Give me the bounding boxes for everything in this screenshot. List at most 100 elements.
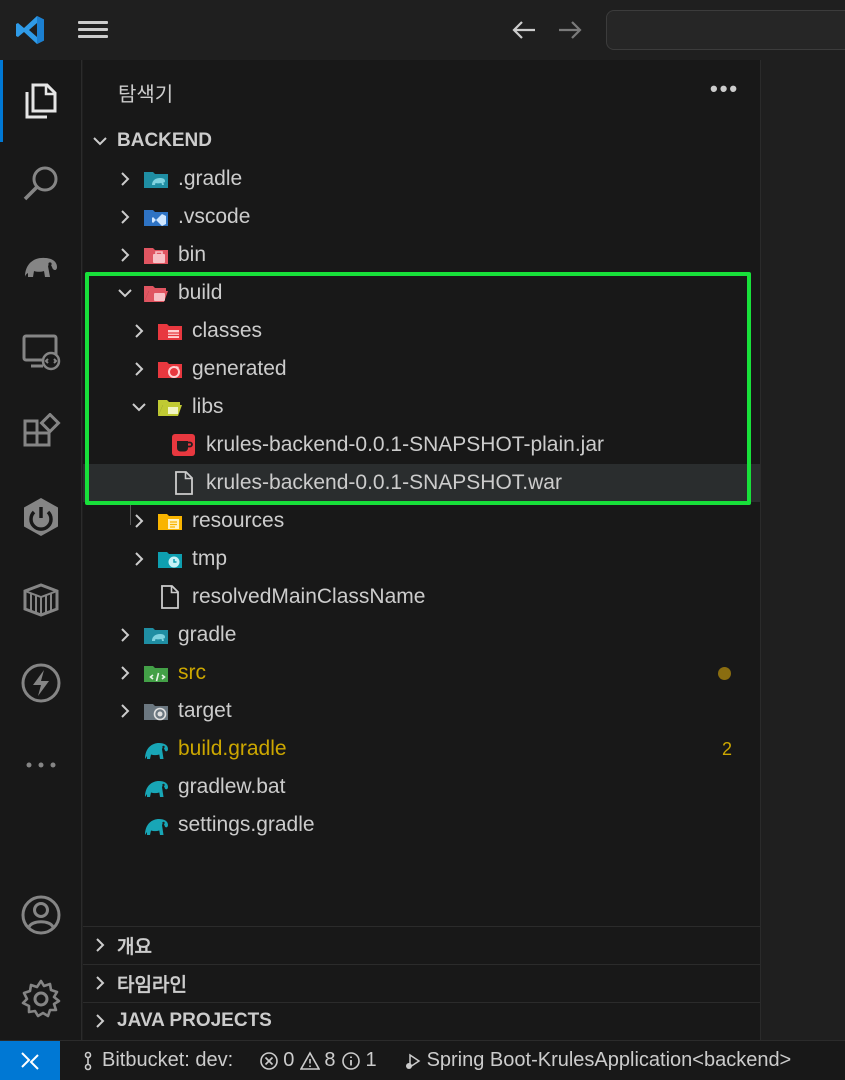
tree-item-label: krules-backend-0.0.1-SNAPSHOT.war bbox=[206, 471, 562, 494]
java-jar-icon bbox=[172, 434, 195, 456]
folder-target-icon bbox=[144, 704, 168, 721]
tree-item-label: gradle bbox=[178, 623, 237, 646]
chevron-right-icon bbox=[96, 976, 105, 990]
tree-item-resolved-main-class[interactable]: resolvedMainClassName bbox=[83, 578, 760, 616]
title-bar bbox=[0, 0, 845, 60]
gradle-file-icon bbox=[145, 819, 168, 835]
settings-gear-icon[interactable] bbox=[0, 958, 82, 1040]
activity-bar bbox=[0, 60, 82, 1040]
arrow-right-icon[interactable] bbox=[555, 16, 585, 44]
warning-count: 8 bbox=[324, 1049, 336, 1071]
tree-item-libs-dir[interactable]: libs bbox=[83, 388, 760, 426]
spring-boot-icon[interactable] bbox=[0, 476, 82, 558]
remote-indicator-button[interactable] bbox=[0, 1040, 60, 1080]
debug-run-icon bbox=[405, 1053, 420, 1069]
tree-item-label: libs bbox=[192, 395, 224, 418]
tree-item-label: tmp bbox=[192, 547, 228, 570]
tree-item-tmp-dir[interactable]: tmp bbox=[83, 540, 760, 578]
folder-build-open-icon bbox=[144, 286, 168, 302]
error-count: 0 bbox=[283, 1049, 295, 1071]
tree-item-build-dir[interactable]: build bbox=[83, 274, 760, 312]
tree-item-gradlew-bat[interactable]: gradlew.bat bbox=[83, 768, 760, 806]
error-icon bbox=[260, 1051, 278, 1070]
hamburger-icon[interactable] bbox=[78, 18, 110, 42]
chevron-right-icon bbox=[121, 628, 130, 642]
chevron-down-icon bbox=[118, 289, 132, 298]
problem-count-badge: 2 bbox=[721, 738, 732, 759]
timeline-section-label: 타임라인 bbox=[117, 974, 187, 996]
tree-item-label: gradlew.bat bbox=[178, 775, 286, 798]
source-control-branch[interactable]: Bitbucket: dev: bbox=[78, 1049, 233, 1072]
folder-tmp-icon bbox=[158, 552, 182, 568]
search-icon[interactable] bbox=[0, 142, 82, 224]
file-icon bbox=[161, 585, 179, 609]
tree-item-label: target bbox=[178, 699, 232, 722]
lightning-icon[interactable] bbox=[0, 642, 82, 724]
spring-boot-run-status[interactable]: Spring Boot-KrulesApplication<backend> bbox=[403, 1049, 792, 1072]
tree-item-target-dir[interactable]: target bbox=[83, 692, 760, 730]
info-icon bbox=[342, 1051, 361, 1070]
vscode-logo bbox=[16, 16, 44, 44]
tree-item-label: .gradle bbox=[178, 167, 243, 190]
tree-item-bin-dir[interactable]: bin bbox=[83, 236, 760, 274]
folder-src-icon bbox=[144, 666, 168, 682]
chevron-right-icon bbox=[96, 938, 105, 952]
chevron-right-icon bbox=[121, 704, 130, 718]
java-projects-section-label: JAVA PROJECTS bbox=[117, 1010, 272, 1031]
tree-item-vscode-dir[interactable]: .vscode bbox=[83, 198, 760, 236]
folder-generated-icon bbox=[158, 362, 182, 378]
tree-item-label: settings.gradle bbox=[178, 813, 315, 836]
outline-section-header[interactable]: 개요 bbox=[83, 926, 760, 964]
java-projects-section-header[interactable]: JAVA PROJECTS bbox=[83, 1002, 760, 1040]
spring-run-label: Spring Boot-KrulesApplication<backend> bbox=[426, 1049, 792, 1071]
chevron-down-icon bbox=[132, 403, 146, 412]
arrow-left-icon[interactable] bbox=[509, 16, 539, 44]
tree-item-gradle-folder[interactable]: gradle bbox=[83, 616, 760, 654]
gradle-elephant-icon[interactable] bbox=[0, 226, 82, 308]
tree-item-src-dir[interactable]: src bbox=[83, 654, 760, 692]
tree-item-settings-gradle[interactable]: settings.gradle bbox=[83, 806, 760, 844]
extensions-icon[interactable] bbox=[0, 394, 82, 476]
tree-item-label: classes bbox=[192, 319, 263, 342]
chevron-right-icon bbox=[121, 210, 130, 224]
timeline-section-header[interactable]: 타임라인 bbox=[83, 964, 760, 1002]
command-center-search[interactable] bbox=[606, 10, 845, 50]
problems-summary[interactable]: 0 8 1 bbox=[259, 1049, 377, 1072]
chevron-down-icon bbox=[93, 137, 107, 146]
remote-icon bbox=[21, 1051, 39, 1070]
more-actions-button[interactable]: ••• bbox=[710, 76, 739, 102]
chevron-right-icon bbox=[135, 514, 144, 528]
warning-icon bbox=[300, 1050, 321, 1070]
tree-item-label: .vscode bbox=[178, 205, 251, 228]
explorer-icon[interactable] bbox=[0, 60, 82, 142]
tree-item-label: build.gradle bbox=[178, 737, 287, 760]
chevron-right-icon bbox=[121, 172, 130, 186]
tree-item-war[interactable]: krules-backend-0.0.1-SNAPSHOT.war bbox=[83, 464, 760, 502]
info-count: 1 bbox=[365, 1049, 377, 1071]
git-branch-icon bbox=[84, 1051, 92, 1070]
tree-item-plain-jar[interactable]: krules-backend-0.0.1-SNAPSHOT-plain.jar bbox=[83, 426, 760, 464]
tree-item-label: resources bbox=[192, 509, 285, 532]
explorer-sidebar: 탐색기 ••• BACKEND .gradle .vscode bin buil… bbox=[83, 60, 761, 1040]
more-icon[interactable] bbox=[0, 724, 82, 806]
chevron-right-icon bbox=[121, 248, 130, 262]
root-folder-header[interactable]: BACKEND bbox=[83, 122, 760, 160]
folder-bin-icon bbox=[144, 248, 168, 264]
tree-item-resources-dir[interactable]: resources bbox=[83, 502, 760, 540]
package-icon[interactable] bbox=[0, 558, 82, 640]
status-bar: Bitbucket: dev: 0 8 1 Spring Boot-Krules… bbox=[0, 1040, 845, 1080]
account-icon[interactable] bbox=[0, 874, 82, 956]
folder-libs-open-icon bbox=[158, 400, 182, 416]
outline-section-label: 개요 bbox=[117, 936, 152, 958]
tree-item-label: src bbox=[178, 661, 206, 684]
tree-item-classes-dir[interactable]: classes bbox=[83, 312, 760, 350]
tree-item-gradle-dir[interactable]: .gradle bbox=[83, 160, 760, 198]
tree-item-label: krules-backend-0.0.1-SNAPSHOT-plain.jar bbox=[206, 433, 604, 456]
tree-item-label: resolvedMainClassName bbox=[192, 585, 426, 608]
remote-explorer-icon[interactable] bbox=[0, 310, 82, 392]
folder-gradle-icon bbox=[144, 172, 168, 188]
tree-item-generated-dir[interactable]: generated bbox=[83, 350, 760, 388]
chevron-right-icon bbox=[121, 666, 130, 680]
tree-item-build-gradle[interactable]: build.gradle 2 bbox=[83, 730, 760, 768]
gradle-file-icon bbox=[145, 781, 168, 797]
